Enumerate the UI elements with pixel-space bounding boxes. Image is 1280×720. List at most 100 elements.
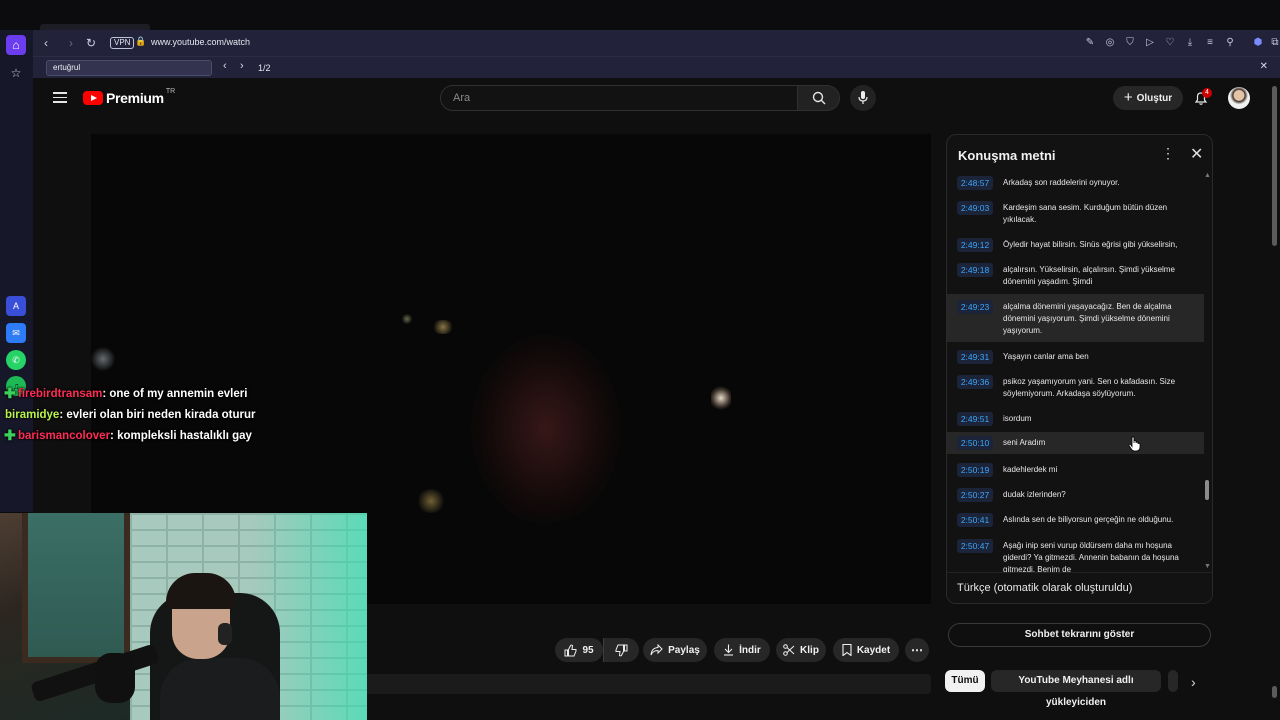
menu-icon[interactable]: ≡	[1204, 37, 1216, 49]
transcript-segment[interactable]: 2:50:19 kadehlerdek mi	[947, 463, 1204, 477]
transcript-segment[interactable]: 2:49:51 isordum	[947, 412, 1204, 426]
transcript-segment[interactable]: 2:50:27 dudak izlerinden?	[947, 488, 1204, 502]
video-light-spot	[401, 314, 413, 324]
segment-timestamp[interactable]: 2:49:31	[957, 350, 993, 364]
create-label: Oluştur	[1136, 92, 1173, 104]
show-chat-replay-button[interactable]: Sohbet tekrarını göster	[948, 623, 1211, 647]
find-previous-icon[interactable]: ‹	[223, 60, 227, 72]
save-button[interactable]: Kaydet	[833, 638, 899, 662]
thumbs-up-icon	[564, 644, 577, 656]
extension-icon[interactable]: ⬢	[1252, 37, 1264, 49]
transcript-segment[interactable]: 2:49:31 Yaşayın canlar ama ben	[947, 350, 1204, 364]
page-scrollbar-bottom[interactable]	[1272, 686, 1277, 698]
url-field[interactable]: www.youtube.com/watch	[151, 37, 250, 47]
video-light-spot	[431, 320, 455, 334]
transcript-title: Konuşma metni	[958, 148, 1056, 163]
sidebar-toggle-icon[interactable]: ⧉	[1269, 37, 1280, 49]
segment-timestamp[interactable]: 2:50:10	[957, 436, 993, 450]
chat-overlay: ✚ firebirdtransam: one of my annemin evle…	[4, 383, 256, 446]
bookmark-star-icon[interactable]: ☆	[6, 63, 26, 83]
transcript-segment[interactable]: 2:49:12 Öyledir hayat bilirsin. Sinüs eğr…	[947, 238, 1204, 252]
find-close-icon[interactable]: ✕	[1260, 61, 1268, 72]
screen: { "browser": { "url": "www.youtube.com/w…	[0, 0, 1280, 720]
lock-icon[interactable]: 🔒	[135, 36, 146, 47]
scroll-down-icon[interactable]: ▼	[1204, 563, 1211, 570]
transcript-language-selector[interactable]: Türkçe (otomatik olarak oluşturuldu)	[957, 582, 1132, 594]
transcript-segment[interactable]: 2:49:03 Kardeşim sana sesim. Kurduğum büt…	[947, 201, 1204, 227]
play-icon[interactable]: ▷	[1144, 37, 1156, 49]
chevron-right-icon[interactable]: ›	[1191, 674, 1196, 690]
share-button[interactable]: Paylaş	[643, 638, 707, 662]
transcript-segment[interactable]: 2:50:47 Aşağı inip seni vurup öldürsem da…	[947, 539, 1204, 572]
webcam-window-frame	[22, 513, 130, 663]
thumbs-down-icon	[615, 644, 628, 656]
segment-timestamp[interactable]: 2:50:27	[957, 488, 993, 502]
transcript-segment-hovered[interactable]: 2:50:10 seni Aradım	[947, 432, 1204, 454]
save-label: Kaydet	[856, 644, 891, 656]
menu-hamburger-icon[interactable]	[53, 92, 67, 104]
transcript-segment[interactable]: 2:48:57 Arkadaş son raddelerini oynuyor.	[947, 176, 1204, 190]
edit-icon[interactable]: ✎	[1084, 37, 1096, 49]
vpn-badge[interactable]: VPN	[110, 37, 135, 49]
chip-uploader[interactable]: YouTube Meyhanesi adlı yükleyiciden	[991, 670, 1161, 708]
segment-timestamp[interactable]: 2:49:51	[957, 412, 993, 426]
transcript-scrollbar[interactable]	[1205, 480, 1209, 500]
more-vertical-icon[interactable]: ⋮	[1161, 145, 1175, 162]
youtube-premium-logo[interactable]: Premium TR	[83, 87, 176, 106]
segment-timestamp[interactable]: 2:50:47	[957, 539, 993, 553]
camera-icon[interactable]: ◎	[1104, 37, 1116, 49]
logo-region: TR	[165, 87, 176, 95]
segment-text: Yaşayın canlar ama ben	[1003, 352, 1089, 361]
dislike-button[interactable]	[603, 638, 639, 662]
like-button[interactable]: 95	[555, 638, 603, 662]
account-avatar[interactable]	[1228, 87, 1250, 109]
reload-icon[interactable]: ↻	[83, 35, 99, 51]
forward-icon[interactable]: ›	[63, 35, 79, 51]
profile-icon[interactable]: ⚲	[1224, 37, 1236, 49]
clip-label: Klip	[800, 644, 819, 656]
notification-count-badge: 4	[1202, 88, 1212, 98]
more-actions-button[interactable]: ⋯	[905, 638, 929, 662]
whatsapp-icon[interactable]: ✆	[6, 350, 26, 370]
segment-timestamp[interactable]: 2:49:03	[957, 201, 993, 215]
search-input[interactable]: Ara	[440, 85, 798, 111]
transcript-segment[interactable]: 2:50:41 Aslında sen de biliyorsun gerçeği…	[947, 513, 1204, 527]
plus-icon: +	[1123, 89, 1133, 106]
share-label: Paylaş	[668, 644, 700, 656]
segment-timestamp[interactable]: 2:49:36	[957, 375, 993, 389]
aria-icon[interactable]: A	[6, 296, 26, 316]
chip-more[interactable]	[1168, 670, 1178, 692]
segment-timestamp[interactable]: 2:50:19	[957, 463, 993, 477]
download-button[interactable]: İndir	[714, 638, 770, 662]
close-icon[interactable]: ✕	[1190, 144, 1203, 164]
voice-search-button[interactable]	[850, 85, 876, 111]
download-icon[interactable]: ⤓	[1184, 37, 1196, 49]
plus-badge-icon: ✚	[4, 427, 16, 443]
find-bar: ertuğrul ‹ › 1/2 ✕	[33, 56, 1280, 78]
page-scrollbar[interactable]	[1272, 86, 1277, 246]
home-icon[interactable]: ⌂	[6, 35, 26, 55]
segment-timestamp[interactable]: 2:49:18	[957, 263, 993, 277]
transcript-segment[interactable]: 2:49:18 alçalırsın. Yükselirsin, alçalırs…	[947, 263, 1204, 289]
find-input[interactable]: ertuğrul	[46, 60, 212, 76]
search-button[interactable]	[798, 85, 840, 111]
segment-timestamp[interactable]: 2:50:41	[957, 513, 993, 527]
segment-timestamp[interactable]: 2:48:57	[957, 176, 993, 190]
chip-all[interactable]: Tümü	[945, 670, 985, 692]
shield-icon[interactable]: ⛉	[1124, 37, 1136, 49]
segment-text: dudak izlerinden?	[1003, 490, 1066, 499]
messenger-icon[interactable]: ✉	[6, 323, 26, 343]
address-bar-row: ‹ › ↻ VPN 🔒 www.youtube.com/watch ✎ ◎ ⛉ …	[33, 30, 1280, 56]
clip-button[interactable]: Klip	[776, 638, 826, 662]
create-button[interactable]: + Oluştur	[1113, 86, 1183, 110]
transcript-panel: Konuşma metni ⋮ ✕ ▲ ▼ 2:48:57 Arkadaş son…	[946, 134, 1213, 604]
find-next-icon[interactable]: ›	[240, 60, 244, 72]
segment-timestamp[interactable]: 2:49:23	[957, 300, 993, 314]
transcript-segment[interactable]: 2:49:36 psikoz yaşamıyorum yani. Sen o ka…	[947, 375, 1204, 401]
scroll-up-icon[interactable]: ▲	[1204, 172, 1211, 179]
segment-text: Arkadaş son raddelerini oynuyor.	[1003, 178, 1120, 187]
transcript-segment-active[interactable]: 2:49:23 alçalma dönemini yaşayacağız. Ben…	[947, 294, 1204, 342]
segment-timestamp[interactable]: 2:49:12	[957, 238, 993, 252]
back-icon[interactable]: ‹	[38, 35, 54, 51]
heart-icon[interactable]: ♡	[1164, 37, 1176, 49]
